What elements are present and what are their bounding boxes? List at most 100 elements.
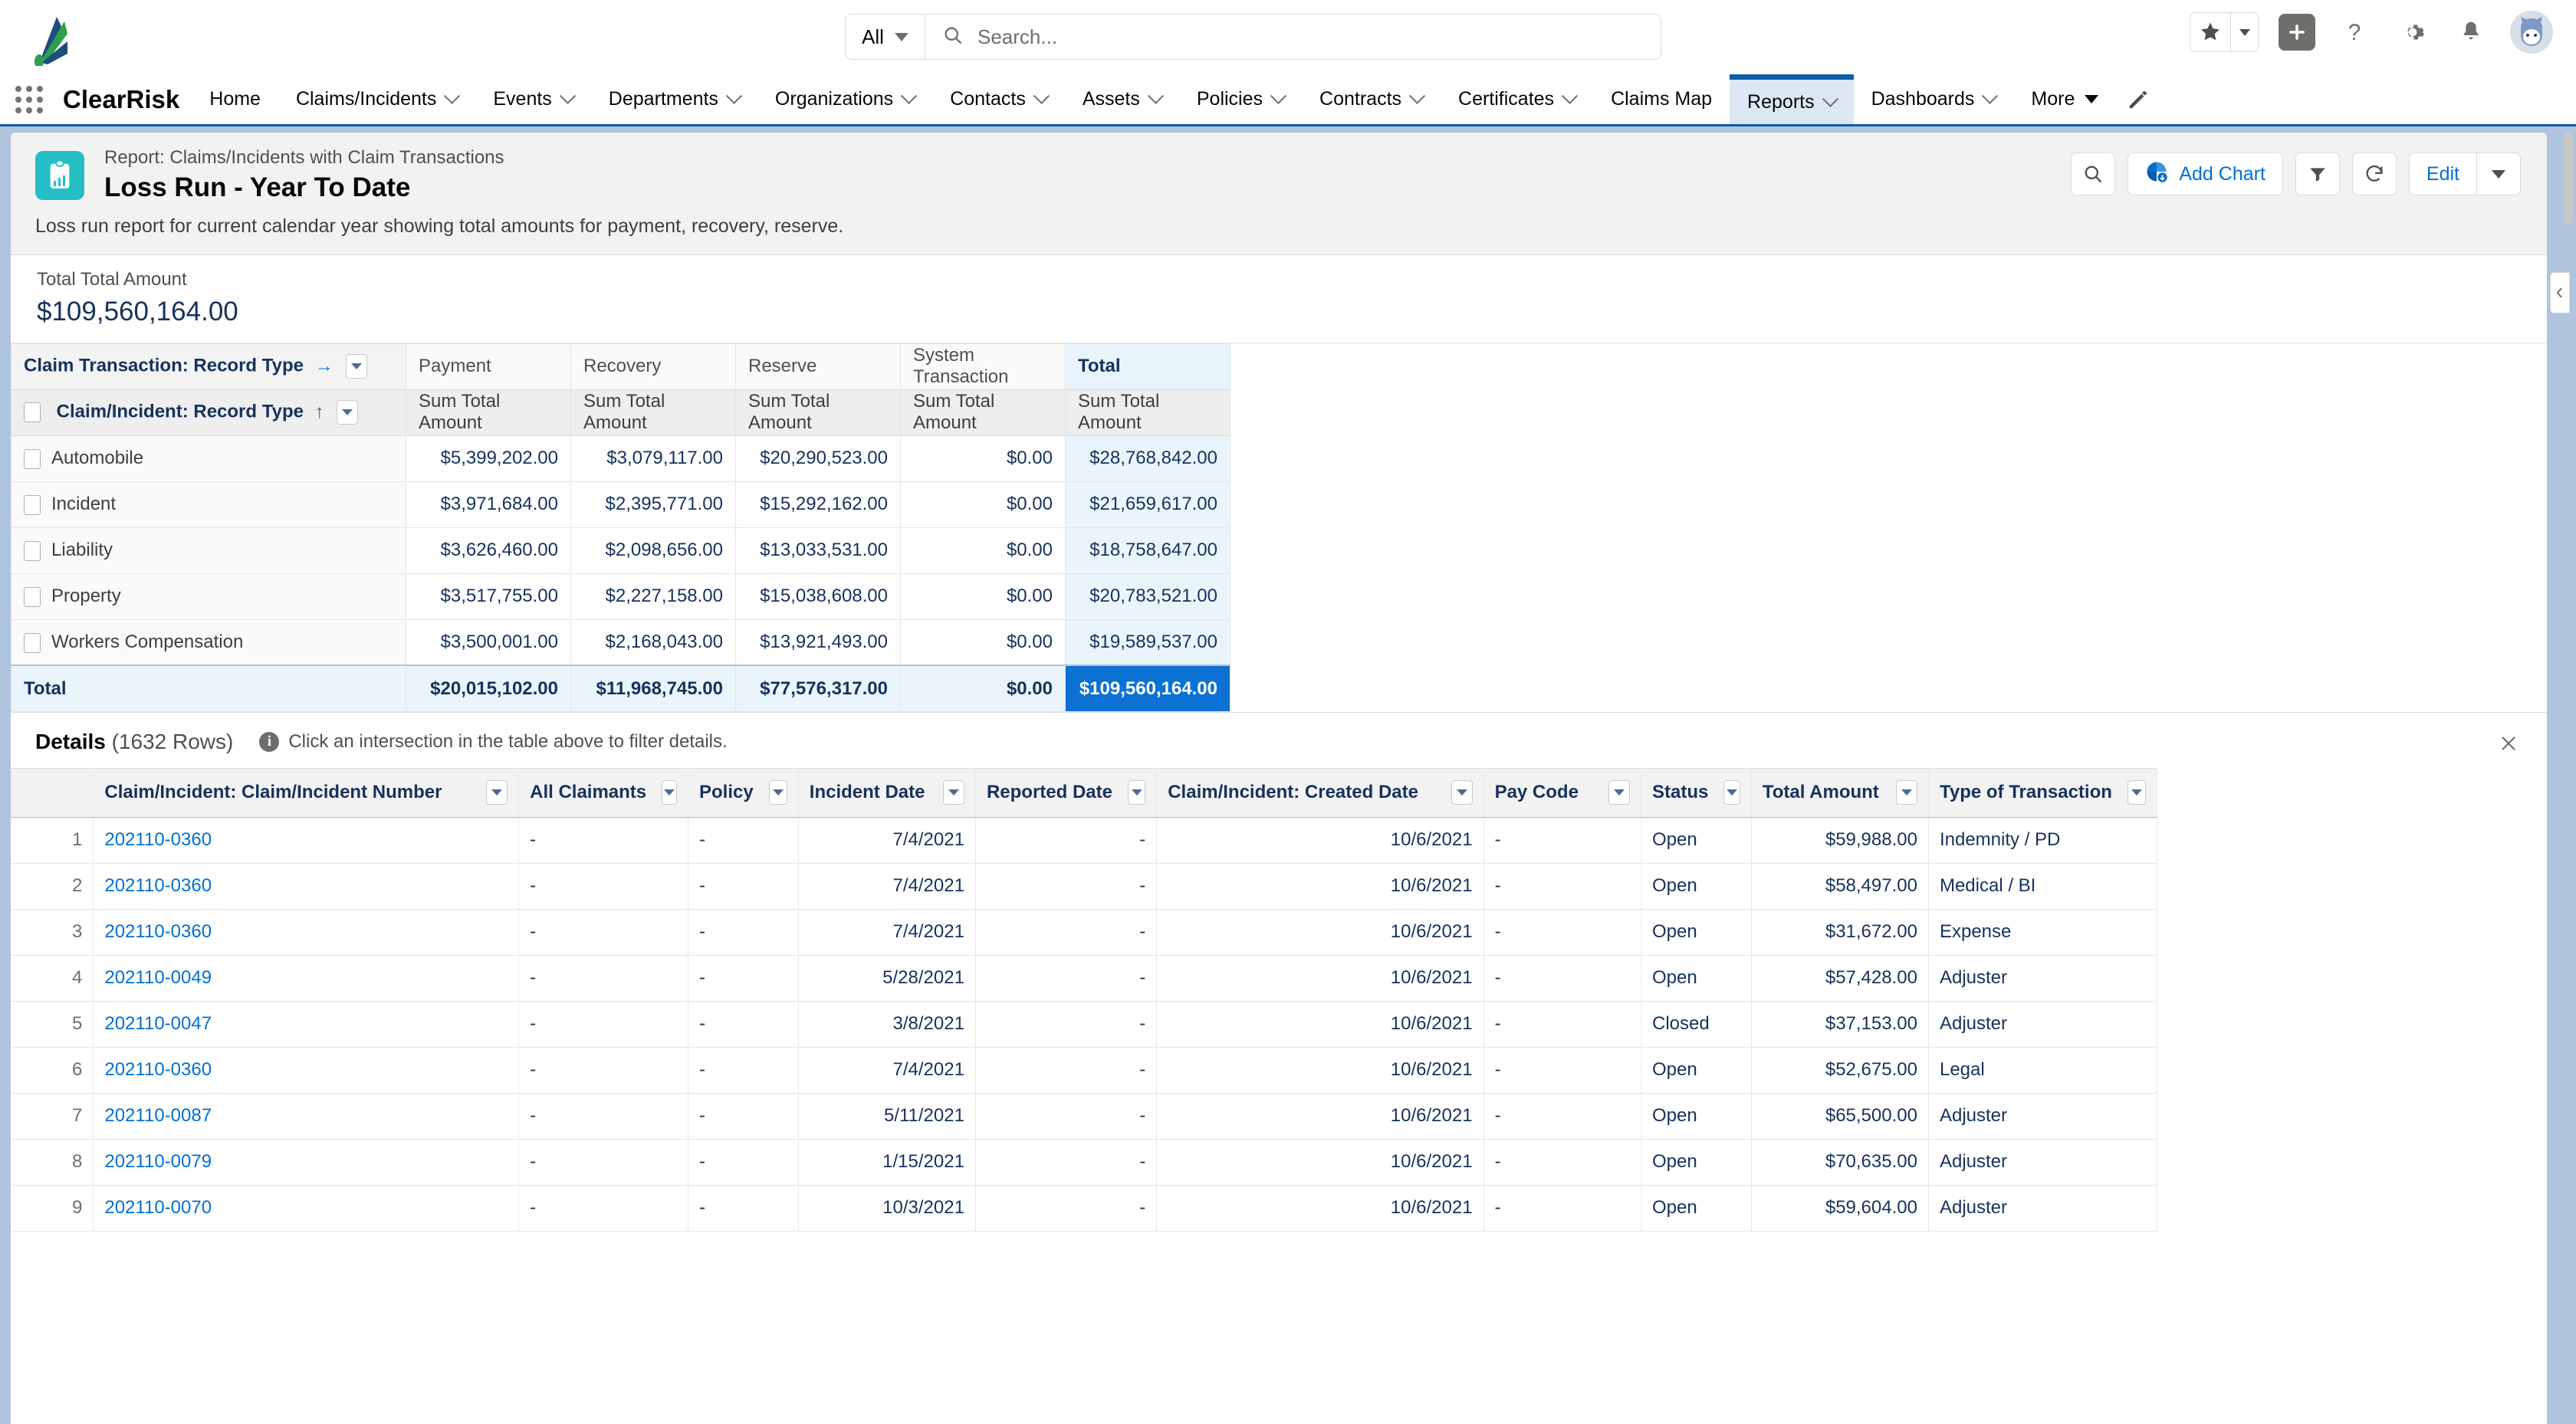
nav-item-home[interactable]: Home [192, 74, 278, 124]
details-col-header[interactable]: Policy [688, 767, 799, 818]
details-col-header[interactable]: Claim/Incident: Claim/Incident Number [93, 767, 520, 818]
details-col-header[interactable]: Pay Code [1484, 767, 1642, 818]
column-menu-button[interactable] [1723, 780, 1740, 806]
claim-number-link[interactable]: 202110-0360 [104, 1059, 212, 1080]
grand-total-cell[interactable]: $109,560,164.00 [1065, 664, 1230, 712]
cell-number[interactable]: 202110-0360 [93, 1047, 520, 1094]
pivot-col-header[interactable]: Reserve [735, 343, 901, 390]
row-checkbox[interactable] [24, 632, 41, 653]
pivot-column-total-cell[interactable]: $0.00 [900, 664, 1066, 712]
row-checkbox[interactable] [24, 540, 41, 561]
edit-button[interactable]: Edit [2408, 153, 2476, 195]
pivot-column-total-cell[interactable]: $11,968,745.00 [570, 664, 736, 712]
nav-item-certificates[interactable]: Certificates [1441, 74, 1593, 124]
claim-number-link[interactable]: 202110-0047 [104, 1013, 212, 1034]
pivot-total-cell[interactable]: $21,659,617.00 [1065, 481, 1230, 528]
cell-number[interactable]: 202110-0360 [93, 863, 520, 910]
details-col-header[interactable]: Claim/Incident: Created Date [1156, 767, 1484, 818]
pivot-value-cell[interactable]: $20,290,523.00 [735, 435, 901, 482]
claim-number-link[interactable]: 202110-0087 [104, 1105, 212, 1126]
column-menu-button[interactable] [1127, 780, 1146, 806]
column-group-menu-button[interactable] [346, 354, 368, 379]
details-col-header[interactable]: Type of Transaction [1928, 767, 2158, 818]
row-checkbox[interactable] [24, 494, 41, 515]
row-group-header[interactable]: Claim/Incident: Record Type ↑ [11, 389, 406, 436]
clearrisk-logo-icon[interactable] [29, 9, 95, 68]
refresh-icon[interactable] [2351, 153, 2397, 195]
row-checkbox[interactable] [24, 448, 41, 469]
cell-number[interactable]: 202110-0087 [93, 1093, 520, 1140]
avatar[interactable] [2510, 11, 2553, 54]
question-mark-icon[interactable]: ? [2335, 13, 2374, 51]
pivot-total-cell[interactable]: $19,589,537.00 [1065, 618, 1230, 666]
pivot-value-cell[interactable]: $13,921,493.00 [735, 618, 901, 666]
details-col-header[interactable]: Reported Date [975, 767, 1158, 818]
search-scope-select[interactable]: All [846, 15, 925, 59]
column-menu-button[interactable] [1895, 780, 1917, 806]
column-group-header[interactable]: Claim Transaction: Record Type → [11, 343, 406, 390]
add-chart-button[interactable]: Add Chart [2128, 153, 2283, 195]
app-name[interactable]: ClearRisk [58, 74, 192, 124]
column-menu-button[interactable] [486, 780, 508, 806]
details-col-header[interactable]: All Claimants [518, 767, 688, 818]
pivot-value-cell[interactable]: $13,033,531.00 [735, 527, 901, 574]
column-menu-button[interactable] [768, 780, 787, 806]
pivot-value-cell[interactable]: $3,500,001.00 [406, 618, 571, 666]
plus-icon[interactable] [2279, 14, 2315, 51]
pivot-col-header[interactable]: Payment [406, 343, 571, 390]
edit-nav-pencil-icon[interactable] [2116, 74, 2160, 124]
cell-number[interactable]: 202110-0047 [93, 1001, 520, 1048]
nav-item-reports[interactable]: Reports [1730, 74, 1854, 124]
app-launcher-icon[interactable] [0, 74, 58, 124]
nav-item-claims-incidents[interactable]: Claims/Incidents [278, 74, 475, 124]
claim-number-link[interactable]: 202110-0070 [104, 1197, 212, 1218]
bell-icon[interactable] [2452, 13, 2490, 51]
pivot-value-cell[interactable]: $3,079,117.00 [570, 435, 736, 482]
nav-item-contracts[interactable]: Contracts [1302, 74, 1441, 124]
column-menu-button[interactable] [662, 780, 677, 806]
nav-item-events[interactable]: Events [475, 74, 590, 124]
pivot-total-cell[interactable]: $28,768,842.00 [1065, 435, 1230, 482]
collapse-panel-tab[interactable] [2550, 272, 2570, 313]
details-col-header[interactable]: Incident Date [798, 767, 976, 818]
pivot-value-cell[interactable]: $3,971,684.00 [406, 481, 571, 528]
nav-item-contacts[interactable]: Contacts [932, 74, 1065, 124]
cell-number[interactable]: 202110-0079 [93, 1139, 520, 1186]
search-input[interactable]: Search... [925, 15, 1661, 59]
pivot-total-cell[interactable]: $20,783,521.00 [1065, 573, 1230, 620]
cell-number[interactable]: 202110-0360 [93, 817, 520, 864]
pivot-column-total-cell[interactable]: $77,576,317.00 [735, 664, 901, 712]
pivot-total-cell[interactable]: $18,758,647.00 [1065, 527, 1230, 574]
select-all-checkbox[interactable] [24, 402, 41, 423]
pivot-value-cell[interactable]: $0.00 [900, 435, 1066, 482]
pivot-value-cell[interactable]: $5,399,202.00 [406, 435, 571, 482]
nav-item-claims-map[interactable]: Claims Map [1593, 74, 1730, 124]
filter-icon[interactable] [2295, 153, 2340, 195]
star-icon[interactable] [2190, 13, 2230, 51]
row-group-menu-button[interactable] [337, 400, 359, 425]
nav-item-assets[interactable]: Assets [1065, 74, 1179, 124]
report-search-button[interactable] [2071, 153, 2116, 195]
cell-number[interactable]: 202110-0360 [93, 909, 520, 956]
pivot-value-cell[interactable]: $2,098,656.00 [570, 527, 736, 574]
column-menu-button[interactable] [942, 780, 964, 806]
nav-item-policies[interactable]: Policies [1179, 74, 1302, 124]
nav-item-departments[interactable]: Departments [591, 74, 757, 124]
pivot-value-cell[interactable]: $15,038,608.00 [735, 573, 901, 620]
nav-item-more[interactable]: More [2013, 74, 2116, 124]
pivot-value-cell[interactable]: $2,227,158.00 [570, 573, 736, 620]
row-checkbox[interactable] [24, 586, 41, 607]
nav-item-organizations[interactable]: Organizations [757, 74, 932, 124]
cell-number[interactable]: 202110-0070 [93, 1185, 520, 1232]
pivot-col-header[interactable]: System Transaction [900, 343, 1066, 390]
pivot-value-cell[interactable]: $2,395,771.00 [570, 481, 736, 528]
pivot-value-cell[interactable]: $2,168,043.00 [570, 618, 736, 666]
pivot-value-cell[interactable]: $0.00 [900, 527, 1066, 574]
pivot-value-cell[interactable]: $0.00 [900, 573, 1066, 620]
pivot-column-total-cell[interactable]: $20,015,102.00 [406, 664, 571, 712]
details-col-header[interactable]: Status [1641, 767, 1752, 818]
claim-number-link[interactable]: 202110-0049 [104, 967, 212, 988]
page-title[interactable]: Loss Run - Year To Date [104, 171, 504, 205]
pivot-value-cell[interactable]: $15,292,162.00 [735, 481, 901, 528]
column-menu-button[interactable] [1608, 780, 1631, 806]
